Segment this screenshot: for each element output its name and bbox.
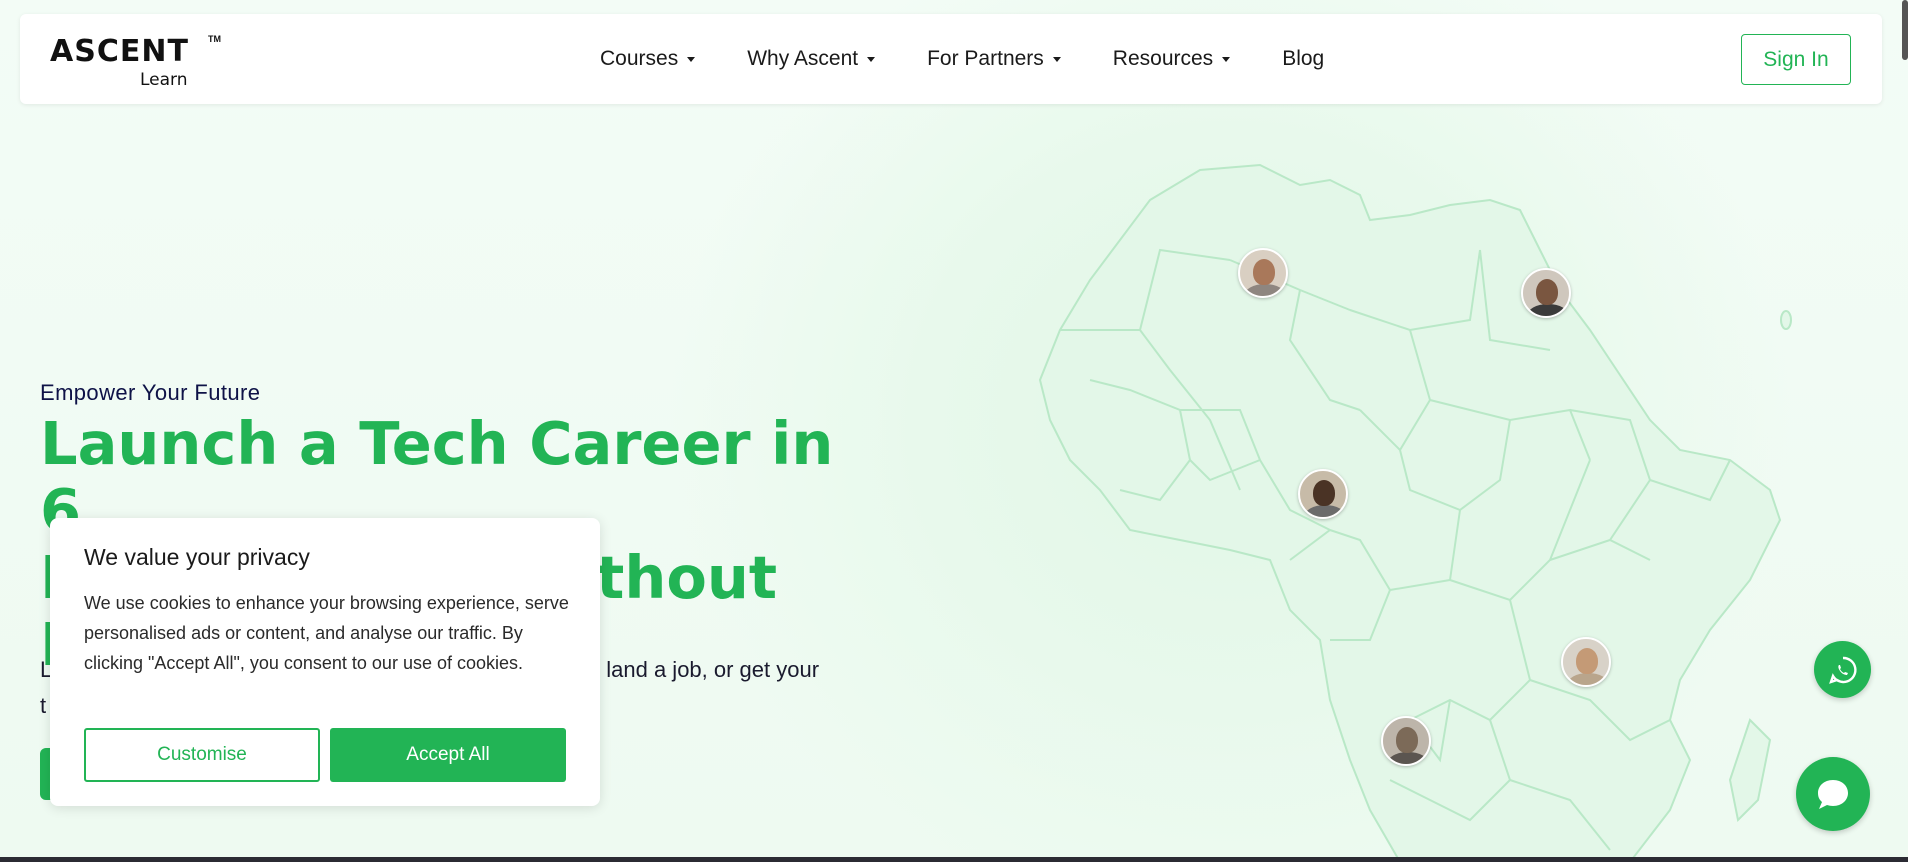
bottom-edge-bar (0, 857, 1908, 862)
top-navbar: ASCENT TM Learn Courses Why Ascent For P… (20, 14, 1882, 104)
whatsapp-button[interactable] (1814, 641, 1871, 698)
nav-label: For Partners (927, 47, 1044, 70)
island-shape (1780, 310, 1792, 330)
customise-button[interactable]: Customise (84, 728, 320, 782)
avatar (1561, 637, 1611, 687)
ascent-learn-logo[interactable]: ASCENT TM Learn (50, 34, 230, 90)
chat-bubble-icon (1818, 780, 1848, 809)
subtext-fragment: land a job, or get your (606, 657, 820, 682)
live-chat-button[interactable] (1796, 757, 1870, 831)
caret-down-icon (867, 56, 876, 62)
caret-down-icon (1052, 56, 1061, 62)
avatar (1521, 268, 1571, 318)
sign-in-button[interactable]: Sign In (1741, 34, 1851, 85)
logo-trademark: TM (208, 34, 221, 44)
accept-all-button[interactable]: Accept All (330, 728, 566, 782)
hero-eyebrow: Empower Your Future (40, 380, 261, 405)
cookie-title: We value your privacy (84, 544, 310, 570)
whatsapp-icon (1828, 656, 1857, 684)
nav-courses[interactable]: Courses (600, 47, 696, 71)
avatar (1381, 716, 1431, 766)
nav-label: Resources (1112, 47, 1214, 70)
madagascar-shape (1728, 718, 1772, 823)
caret-down-icon (687, 56, 696, 62)
nav-why-ascent[interactable]: Why Ascent (747, 47, 876, 71)
nav-label: Why Ascent (747, 47, 859, 70)
nav-label: Blog (1282, 47, 1325, 70)
cookie-description: We use cookies to enhance your browsing … (84, 593, 569, 673)
avatar (1298, 469, 1348, 519)
nav-label: Courses (600, 47, 679, 70)
caret-down-icon (1222, 56, 1231, 62)
avatar (1238, 248, 1288, 298)
logo-wordmark: ASCENT (50, 34, 189, 69)
cookie-consent-dialog: We value your privacy We use cookies to … (50, 518, 600, 806)
nav-blog[interactable]: Blog (1282, 47, 1324, 71)
nav-resources[interactable]: Resources (1112, 47, 1231, 71)
nav-for-partners[interactable]: For Partners (927, 47, 1061, 71)
main-nav: Courses Why Ascent For Partners Resource… (600, 14, 1376, 104)
logo-subtitle: Learn (140, 70, 188, 90)
scrollbar[interactable] (1902, 0, 1908, 60)
